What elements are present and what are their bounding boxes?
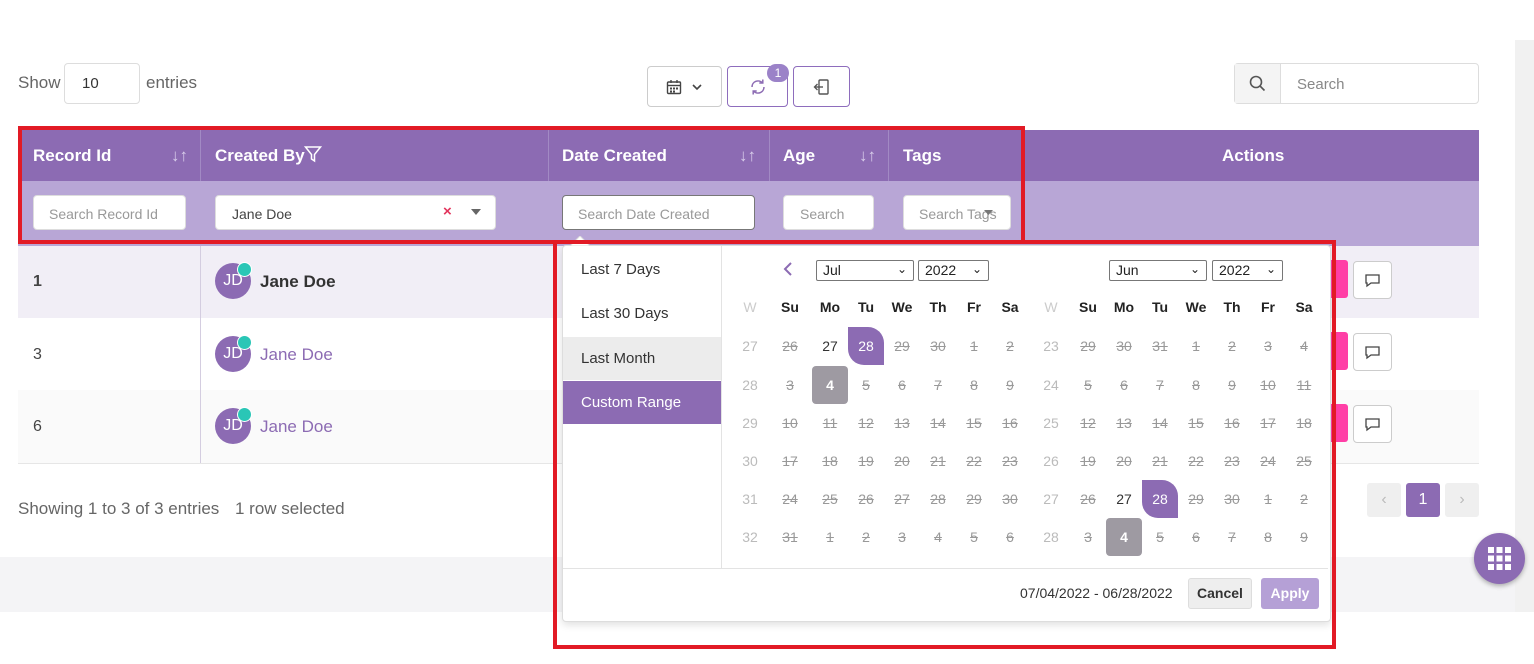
rows-selected-text: 1 row selected — [235, 499, 345, 518]
sync-icon — [750, 79, 765, 94]
created-by-name[interactable]: Jane Doe — [260, 345, 333, 365]
chat-icon — [1365, 273, 1380, 287]
grid-icon — [1488, 547, 1511, 570]
chat-icon — [1365, 345, 1380, 359]
created-by-name[interactable]: Jane Doe — [260, 272, 336, 292]
comment-button[interactable] — [1353, 405, 1392, 443]
entries-label: entries — [146, 73, 198, 92]
column-divider — [200, 246, 201, 463]
page-button[interactable]: 1 — [1406, 483, 1440, 517]
highlight-box-table-header — [18, 126, 1025, 244]
column-header-actions: Actions — [1222, 146, 1285, 165]
showing-entries-text: Showing 1 to 3 of 3 entries — [18, 499, 220, 518]
previous-page-button[interactable]: ‹ — [1367, 483, 1401, 517]
sync-count-badge: 1 — [767, 64, 789, 82]
record-id-cell: 1 — [33, 273, 42, 290]
chevron-down-icon — [692, 83, 702, 90]
export-icon — [813, 78, 829, 95]
record-id-cell: 3 — [33, 346, 42, 363]
comment-button[interactable] — [1353, 261, 1392, 299]
highlight-box-date-picker — [553, 240, 1336, 649]
entries-per-page-select[interactable]: 10 — [64, 63, 140, 104]
apps-menu-button[interactable] — [1474, 533, 1525, 584]
created-by-name[interactable]: Jane Doe — [260, 417, 333, 437]
record-id-cell: 6 — [33, 418, 42, 435]
search-input[interactable]: Search — [1281, 64, 1345, 103]
calendar-icon — [666, 79, 682, 94]
search-icon — [1235, 64, 1281, 103]
page-scrollbar[interactable] — [1515, 40, 1534, 612]
online-status-dot — [237, 407, 252, 422]
chat-icon — [1365, 417, 1380, 431]
online-status-dot — [237, 262, 252, 277]
comment-button[interactable] — [1353, 333, 1392, 371]
online-status-dot — [237, 335, 252, 350]
global-search[interactable]: Search — [1234, 63, 1479, 104]
export-button[interactable] — [793, 66, 850, 107]
date-filter-button[interactable] — [647, 66, 722, 107]
show-label: Show — [18, 73, 61, 92]
next-page-button[interactable]: › — [1445, 483, 1479, 517]
